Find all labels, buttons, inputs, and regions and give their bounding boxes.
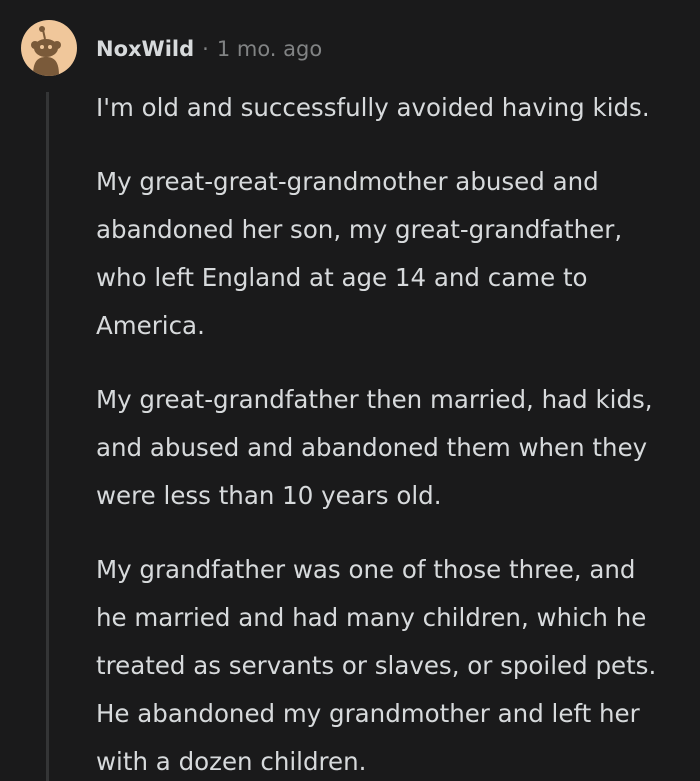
comment-paragraph: My great-grandfather then married, had k… [96, 385, 653, 510]
username-link[interactable]: NoxWild [96, 37, 194, 61]
comment-paragraph: My grandfather was one of those three, a… [96, 555, 657, 776]
avatar[interactable] [21, 20, 77, 76]
timestamp[interactable]: 1 mo. ago [217, 37, 322, 61]
comment-paragraph: I'm old and successfully avoided having … [96, 93, 650, 122]
comment-meta: NoxWild · 1 mo. ago [96, 33, 322, 65]
comment-paragraph: My great-great-grandmother abused and ab… [96, 167, 623, 340]
comment: NoxWild · 1 mo. ago I'm old and successf… [0, 0, 700, 781]
meta-separator: · [202, 37, 209, 61]
comment-body: I'm old and successfully avoided having … [96, 84, 666, 781]
thread-line[interactable] [46, 92, 49, 781]
reddit-snoo-icon [31, 26, 61, 76]
